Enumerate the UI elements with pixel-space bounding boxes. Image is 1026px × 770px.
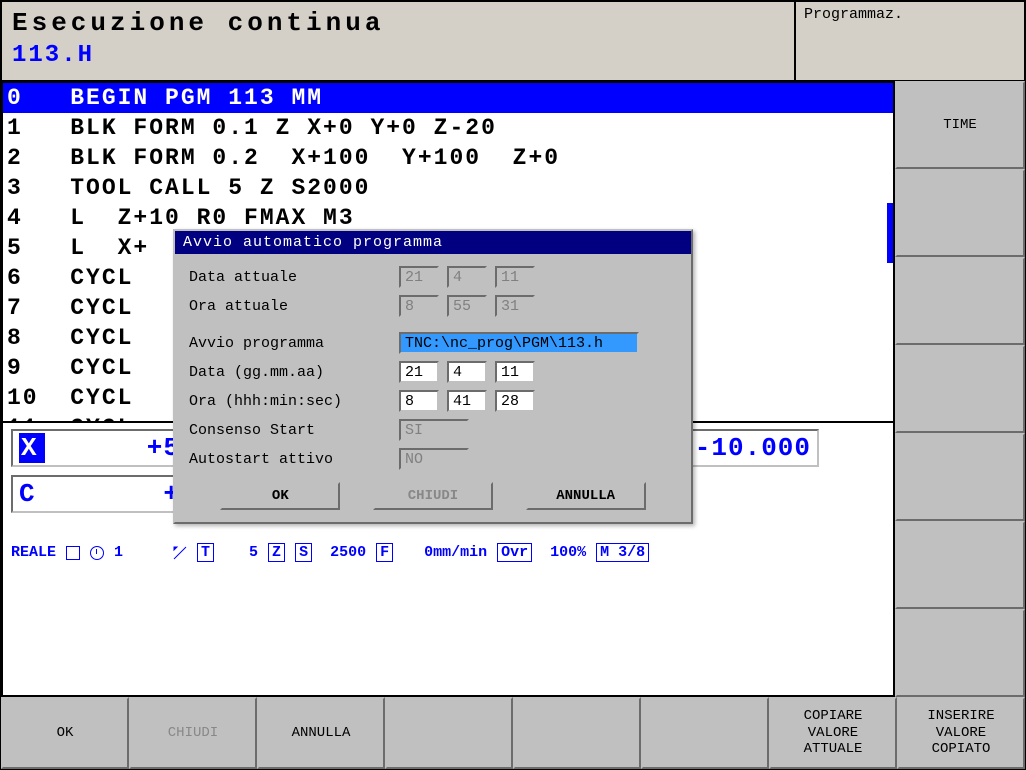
softkey-r5[interactable] — [895, 433, 1025, 521]
cur-date-m: 4 — [447, 266, 487, 288]
softkey-b3-annulla[interactable]: ANNULLA — [257, 697, 385, 769]
cur-date-y: 11 — [495, 266, 535, 288]
title-box: Esecuzione continua 113.H — [1, 1, 795, 81]
time-s[interactable]: 28 — [495, 390, 535, 412]
prog-field[interactable]: TNC:\nc_prog\PGM\113.h — [399, 332, 639, 354]
cur-time-h: 8 — [399, 295, 439, 317]
s-label: S — [295, 543, 312, 562]
softkey-r6[interactable] — [895, 521, 1025, 609]
ovr-label: Ovr — [497, 543, 532, 562]
code-line[interactable]: 2 BLK FORM 0.2 X+100 Y+100 Z+0 — [3, 143, 893, 173]
tool-icon — [173, 546, 187, 560]
t-value: 5 — [218, 544, 258, 561]
dialog-ok-button[interactable]: OK — [220, 482, 340, 510]
time-h[interactable]: 8 — [399, 390, 439, 412]
program-name: 113.H — [12, 42, 784, 69]
autostart-dialog: Avvio automatico programma Data attuale … — [173, 229, 693, 524]
target-icon — [90, 546, 104, 560]
cur-date-label: Data attuale — [189, 269, 399, 286]
softkey-r3[interactable] — [895, 257, 1025, 345]
time-label: Ora (hhh:min:sec) — [189, 393, 399, 410]
status-preset: 1 — [114, 544, 123, 561]
code-line[interactable]: 3 TOOL CALL 5 Z S2000 — [3, 173, 893, 203]
z-label: Z — [268, 543, 285, 562]
ovr-value: 100% — [536, 544, 586, 561]
status-reale: REALE — [11, 544, 56, 561]
secondary-mode: Programmaz. — [795, 1, 1025, 81]
softkey-b8-insert[interactable]: INSERIRE VALORE COPIATO — [897, 697, 1025, 769]
m-label: M 3/8 — [596, 543, 649, 562]
cur-time-s: 31 — [495, 295, 535, 317]
header-row: Esecuzione continua 113.H Programmaz. — [1, 1, 1025, 81]
softkey-b4[interactable] — [385, 697, 513, 769]
date-m[interactable]: 4 — [447, 361, 487, 383]
softkey-b1-ok[interactable]: OK — [1, 697, 129, 769]
cur-time-m: 55 — [447, 295, 487, 317]
softkey-b2-chiudi[interactable]: CHIUDI — [129, 697, 257, 769]
cur-time-label: Ora attuale — [189, 298, 399, 315]
consent-label: Consenso Start — [189, 422, 399, 439]
softkey-r2[interactable] — [895, 169, 1025, 257]
mode-title: Esecuzione continua — [12, 8, 784, 38]
date-y[interactable]: 11 — [495, 361, 535, 383]
dialog-close-button[interactable]: CHIUDI — [373, 482, 493, 510]
consent-field: SI — [399, 419, 469, 441]
date-d[interactable]: 21 — [399, 361, 439, 383]
code-line[interactable]: 1 BLK FORM 0.1 Z X+0 Y+0 Z-20 — [3, 113, 893, 143]
right-softkeys: TIME — [895, 81, 1025, 697]
softkey-r1-time[interactable]: TIME — [895, 81, 1025, 169]
autostart-label: Autostart attivo — [189, 451, 399, 468]
bottom-softkeys: OK CHIUDI ANNULLA COPIARE VALORE ATTUALE… — [1, 697, 1025, 769]
f-label: F — [376, 543, 393, 562]
time-m[interactable]: 41 — [447, 390, 487, 412]
autostart-field: NO — [399, 448, 469, 470]
dialog-title: Avvio automatico programma — [175, 231, 691, 254]
date-label: Data (gg.mm.aa) — [189, 364, 399, 381]
prog-label: Avvio programma — [189, 335, 399, 352]
softkey-b5[interactable] — [513, 697, 641, 769]
cur-date-d: 21 — [399, 266, 439, 288]
code-line[interactable]: 0 BEGIN PGM 113 MM — [3, 83, 893, 113]
scrollbar-icon[interactable] — [887, 203, 893, 263]
square-icon — [66, 546, 80, 560]
softkey-b7-copy[interactable]: COPIARE VALORE ATTUALE — [769, 697, 897, 769]
dialog-cancel-button[interactable]: ANNULLA — [526, 482, 646, 510]
t-label: T — [197, 543, 214, 562]
softkey-r7[interactable] — [895, 609, 1025, 697]
s-value: 2500 — [316, 544, 366, 561]
softkey-r4[interactable] — [895, 345, 1025, 433]
softkey-b6[interactable] — [641, 697, 769, 769]
f-value: 0mm/min — [397, 544, 487, 561]
status-row: REALE 1 T5 Z S2500 F0mm/min Ovr100% M 3/… — [11, 543, 885, 562]
